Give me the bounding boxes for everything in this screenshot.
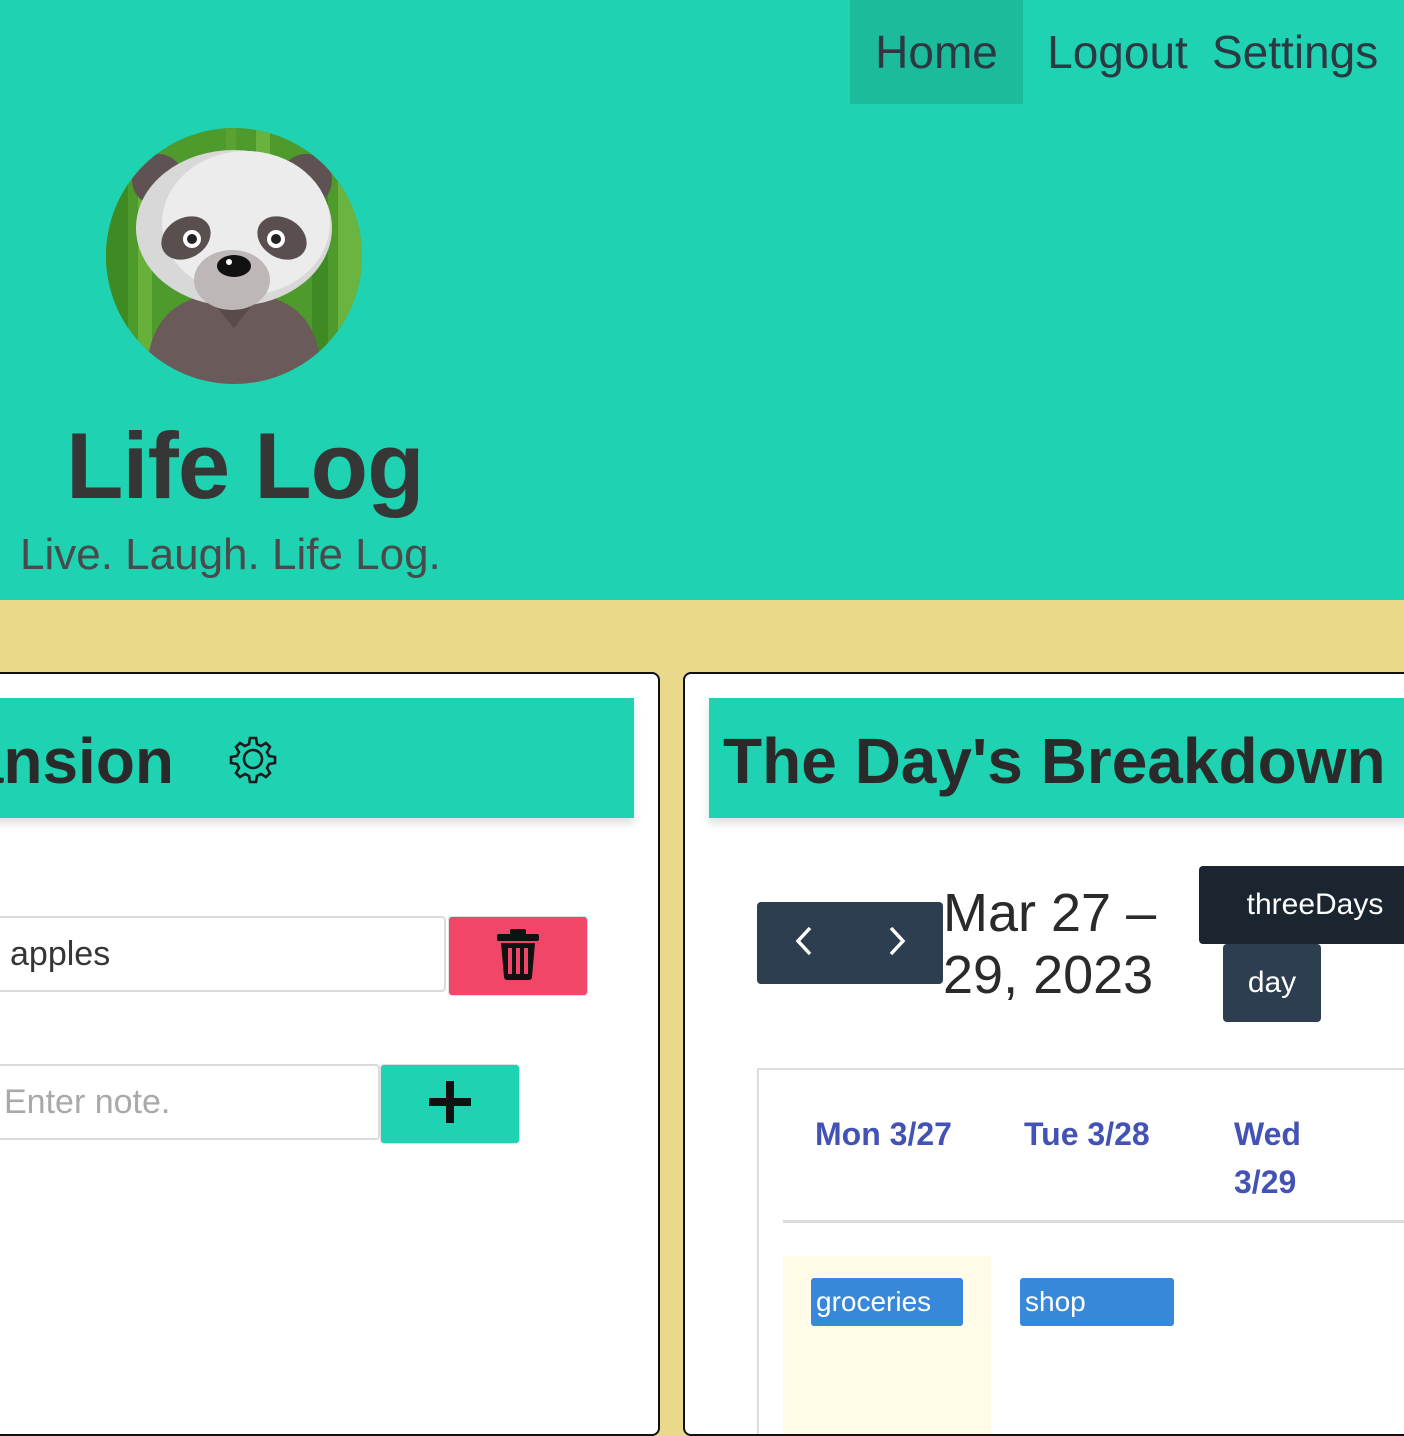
note-input[interactable] — [0, 1064, 380, 1140]
right-panel-title: The Day's Breakdown — [723, 725, 1386, 797]
day-header-mon[interactable]: Mon 3/27 — [815, 1110, 952, 1158]
calendar-nav — [757, 902, 943, 984]
left-panel-header: ansion — [0, 698, 634, 818]
calendar-range: Mar 27 – 29, 2023 — [943, 882, 1203, 1006]
delete-button[interactable] — [448, 916, 588, 996]
page-subtitle: Live. Laugh. Life Log. — [20, 530, 441, 579]
event-shop[interactable]: shop — [1020, 1278, 1174, 1326]
right-panel: The Day's Breakdown Mar 27 – 29, 2023 th… — [683, 672, 1404, 1436]
calendar-range-line1: Mar 27 – — [943, 883, 1157, 943]
right-panel-header: The Day's Breakdown — [709, 698, 1404, 818]
trash-icon — [496, 928, 540, 985]
view-three-days-button[interactable]: threeDays — [1199, 866, 1404, 944]
chevron-right-icon — [887, 925, 907, 962]
panda-avatar — [106, 128, 362, 384]
day-header-tue[interactable]: Tue 3/28 — [1024, 1110, 1150, 1158]
nav-home[interactable]: Home — [850, 0, 1023, 104]
page-title: Life Log — [66, 413, 424, 518]
calendar-grid: Mon 3/27 Tue 3/28 Wed 3/29 groceries sho… — [757, 1068, 1404, 1434]
item-input[interactable] — [0, 916, 446, 992]
chevron-left-icon — [794, 925, 814, 962]
next-button[interactable] — [850, 902, 943, 984]
left-panel: ansion — [0, 672, 660, 1436]
calendar-divider — [783, 1220, 1404, 1223]
top-nav: Home Logout Settings — [850, 0, 1404, 104]
day-header-wed[interactable]: Wed 3/29 — [1234, 1110, 1324, 1206]
nav-settings[interactable]: Settings — [1190, 0, 1404, 104]
add-note-button[interactable] — [380, 1064, 520, 1144]
gear-icon[interactable] — [228, 734, 278, 784]
left-panel-title: ansion — [0, 725, 174, 797]
plus-icon — [429, 1080, 471, 1128]
prev-button[interactable] — [757, 902, 850, 984]
nav-logout[interactable]: Logout — [1023, 0, 1190, 104]
event-groceries[interactable]: groceries — [811, 1278, 963, 1326]
hero-section: Home Logout Settings Life Log Live. Laug… — [0, 0, 1404, 600]
calendar-range-line2: 29, 2023 — [943, 945, 1154, 1005]
view-day-button[interactable]: day — [1223, 944, 1321, 1022]
